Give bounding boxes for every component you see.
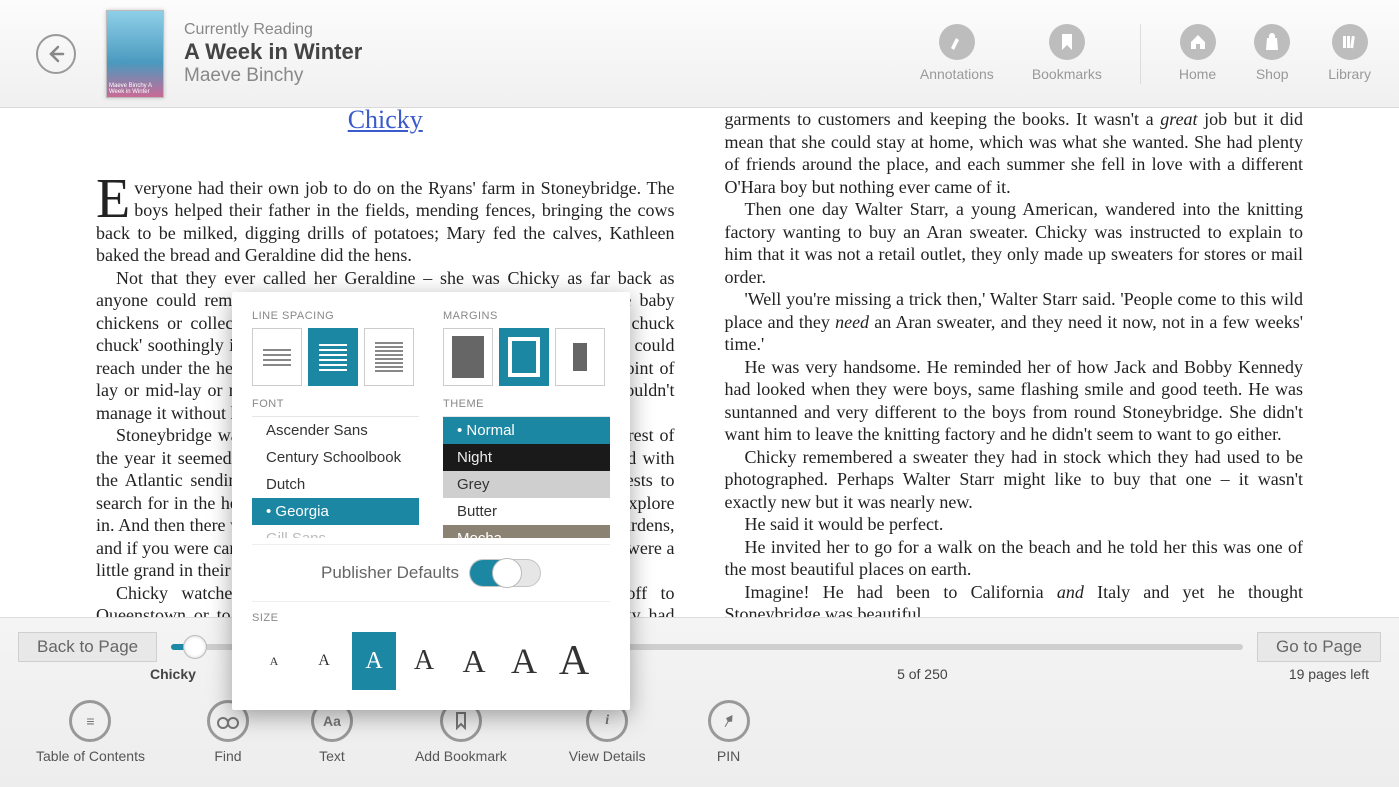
size-xxxl[interactable]: A (552, 632, 596, 690)
margins-medium[interactable] (499, 328, 549, 386)
paragraph: He said it would be perfect. (725, 513, 1304, 536)
toc-label: Table of Contents (36, 748, 145, 764)
go-to-page-button[interactable]: Go to Page (1257, 632, 1381, 662)
size-s[interactable]: A (302, 632, 346, 690)
size-xs[interactable]: A (252, 632, 296, 690)
current-chapter-label: Chicky (150, 666, 196, 682)
theme-mocha[interactable]: Mocha (443, 525, 610, 538)
line-spacing-normal[interactable] (308, 328, 358, 386)
text-label: Text (319, 748, 345, 764)
paragraph: He was very handsome. He reminded her of… (725, 356, 1304, 446)
add-bookmark-label: Add Bookmark (415, 748, 507, 764)
back-button[interactable] (36, 34, 76, 74)
line-spacing-section: LINE SPACING (252, 310, 419, 386)
theme-grey[interactable]: Grey (443, 471, 610, 498)
bottom-bar: Back to Page Go to Page Chicky 5 of 250 … (0, 617, 1399, 787)
pin-label: PIN (717, 748, 740, 764)
page-count-label: 5 of 250 (897, 666, 948, 682)
pages-left-label: 19 pages left (1289, 666, 1369, 682)
annotations-label: Annotations (920, 66, 994, 82)
home-label: Home (1179, 66, 1216, 82)
home-icon (1180, 24, 1216, 60)
margins-large[interactable] (555, 328, 605, 386)
library-label: Library (1328, 66, 1371, 82)
arrow-left-icon (46, 44, 66, 64)
paragraph: Chicky remembered a sweater they had in … (725, 446, 1304, 514)
font-section: FONT Ascender Sans Century Schoolbook Du… (252, 398, 419, 538)
top-bar: Currently Reading A Week in Winter Maeve… (0, 0, 1399, 108)
margins-small[interactable] (443, 328, 493, 386)
theme-butter[interactable]: Butter (443, 498, 610, 525)
book-meta: Currently Reading A Week in Winter Maeve… (184, 21, 362, 87)
back-to-page-button[interactable]: Back to Page (18, 632, 157, 662)
text-settings-popup: LINE SPACING MARGINS FONT Ascender Sans … (232, 292, 630, 710)
paragraph: He invited her to go for a walk on the b… (725, 536, 1304, 581)
slider-knob[interactable] (183, 635, 207, 659)
book-author: Maeve Binchy (184, 65, 362, 87)
size-section: SIZE A A A A A A A (252, 612, 610, 690)
top-actions: Annotations Bookmarks Home Shop Library (920, 24, 1371, 84)
pin-icon (708, 700, 750, 742)
view-details-label: View Details (569, 748, 646, 764)
highlighter-icon (939, 24, 975, 60)
divider (1140, 24, 1141, 84)
bookmarks-button[interactable]: Bookmarks (1032, 24, 1102, 84)
shop-button[interactable]: Shop (1254, 24, 1290, 84)
paragraph: Imagine! He had been to California and I… (725, 581, 1304, 618)
font-option[interactable]: Century Schoolbook (252, 444, 419, 471)
paragraph: Then one day Walter Starr, a young Ameri… (725, 198, 1304, 288)
find-label: Find (214, 748, 241, 764)
bottom-actions: ≡Table of Contents Find AaText Add Bookm… (0, 682, 1399, 764)
line-spacing-label: LINE SPACING (252, 310, 419, 322)
page-right: garments to customers and keeping the bo… (705, 108, 1399, 617)
margins-label: MARGINS (443, 310, 610, 322)
theme-section: THEME Normal Night Grey Butter Mocha (443, 398, 610, 538)
shop-label: Shop (1256, 66, 1289, 82)
progress-meta: Chicky 5 of 250 19 pages left (0, 662, 1399, 682)
font-label: FONT (252, 398, 419, 410)
pin-button[interactable]: PIN (708, 700, 750, 764)
paragraph: 'Well you're missing a trick then,' Walt… (725, 288, 1304, 356)
chapter-title[interactable]: Chicky (96, 108, 675, 137)
font-option[interactable]: Ascender Sans (252, 417, 419, 444)
library-button[interactable]: Library (1328, 24, 1371, 84)
bookmark-icon (1049, 24, 1085, 60)
size-l[interactable]: A (402, 632, 446, 690)
theme-normal[interactable]: Normal (443, 417, 610, 444)
shop-icon (1254, 24, 1290, 60)
list-icon: ≡ (69, 700, 111, 742)
size-m[interactable]: A (352, 632, 396, 690)
font-option[interactable]: Dutch (252, 471, 419, 498)
home-button[interactable]: Home (1179, 24, 1216, 84)
toggle-knob[interactable] (492, 558, 522, 588)
size-xl[interactable]: A (452, 632, 496, 690)
font-listbox[interactable]: Ascender Sans Century Schoolbook Dutch G… (252, 416, 419, 538)
reader-area: Chicky Everyone had their own job to do … (0, 108, 1399, 617)
font-option[interactable]: Gill Sans (252, 525, 419, 538)
book-title: A Week in Winter (184, 39, 362, 65)
font-option-selected[interactable]: Georgia (252, 498, 419, 525)
theme-label: THEME (443, 398, 610, 410)
book-cover[interactable] (106, 10, 164, 98)
toc-button[interactable]: ≡ Table of Contents (36, 700, 145, 764)
annotations-button[interactable]: Annotations (920, 24, 994, 84)
size-xxl[interactable]: A (502, 632, 546, 690)
line-spacing-wide[interactable] (252, 328, 302, 386)
progress-row: Back to Page Go to Page (0, 618, 1399, 662)
dropcap: E (96, 177, 134, 221)
theme-night[interactable]: Night (443, 444, 610, 471)
line-spacing-tight[interactable] (364, 328, 414, 386)
publisher-defaults-row: Publisher Defaults (252, 544, 610, 602)
paragraph: Everyone had their own job to do on the … (96, 177, 675, 267)
currently-reading-label: Currently Reading (184, 21, 362, 39)
bookmarks-label: Bookmarks (1032, 66, 1102, 82)
library-icon (1332, 24, 1368, 60)
margins-section: MARGINS (443, 310, 610, 386)
theme-listbox[interactable]: Normal Night Grey Butter Mocha (443, 416, 610, 538)
size-options: A A A A A A A (252, 632, 610, 690)
size-label: SIZE (252, 612, 610, 624)
publisher-defaults-toggle[interactable] (469, 559, 541, 587)
paragraph: garments to customers and keeping the bo… (725, 108, 1304, 198)
publisher-defaults-label: Publisher Defaults (321, 563, 459, 583)
